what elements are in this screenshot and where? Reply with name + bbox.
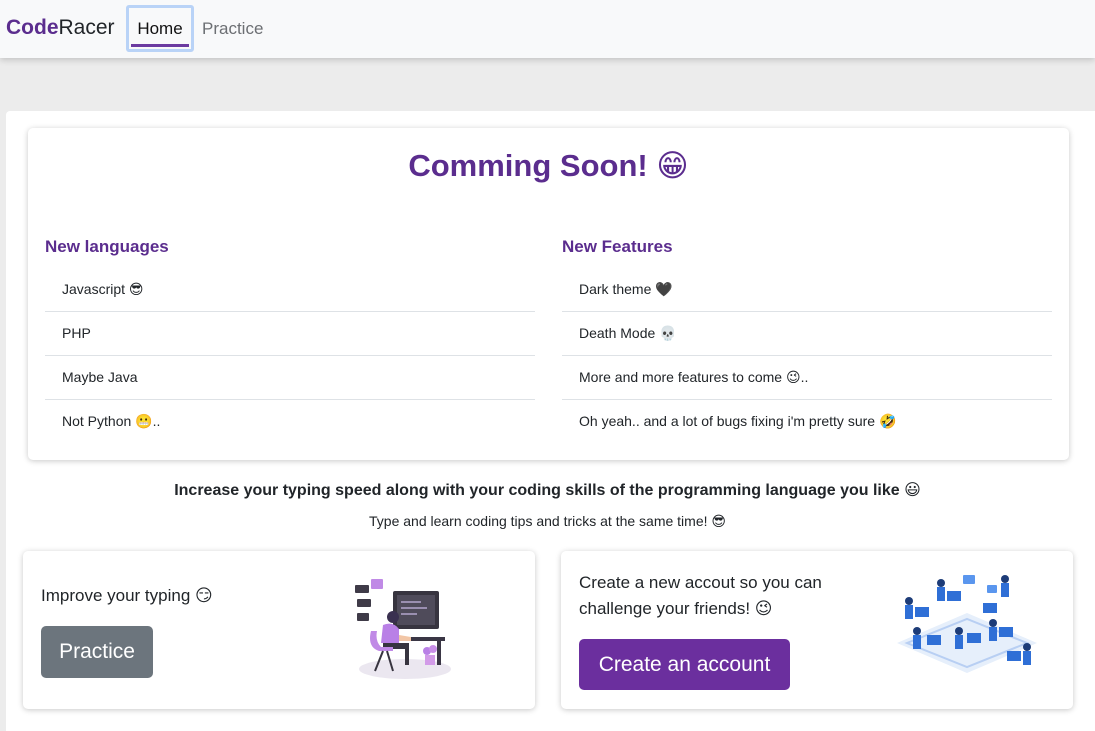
typing-person-illustration [355,579,451,679]
brand-bold-text: Code [6,16,59,39]
list-item: More and more features to come 😉.. [562,356,1052,400]
list-item: Oh yeah.. and a lot of bugs fixing i'm p… [579,413,897,429]
account-card-text: Create a new accout so you can challenge… [579,570,822,622]
brand-logo[interactable]: CodeRacer [6,16,115,40]
account-card-text-line1: Create a new accout so you can [579,573,822,592]
list-item: Maybe Java [45,356,535,400]
nav-link-home[interactable]: Home [126,5,194,52]
practice-card-text: Improve your typing 😏 [41,586,213,605]
list-item: Death Mode 💀 [562,312,1052,356]
account-card-text-line2: challenge your friends! 😉 [579,599,773,618]
create-account-button[interactable]: Create an account [579,639,790,690]
nav-link-home-label: Home [137,19,183,38]
practice-card: Improve your typing 😏 Practice [23,551,535,709]
languages-list: Javascript 😎 PHP Maybe Java Not Python 😬… [45,268,535,444]
tagline: Increase your typing speed along with yo… [174,482,921,499]
brand-rest-text: Racer [58,16,115,39]
features-list: Dark theme 🖤 Death Mode 💀 More and more … [562,268,1052,444]
coming-soon-title: Comming Soon! 😁 [408,148,689,183]
list-item: Not Python 😬.. [62,413,161,429]
active-indicator [131,44,189,47]
list-item: Javascript 😎 [45,268,535,312]
create-account-card: Create a new accout so you can challenge… [561,551,1073,709]
navbar: CodeRacer Home Practice [0,0,1095,58]
practice-button[interactable]: Practice [41,626,153,678]
sub-tagline: Type and learn coding tips and tricks at… [369,513,726,529]
new-languages-heading: New languages [45,237,169,256]
team-network-illustration [897,575,1037,673]
coming-soon-card: Comming Soon! 😁 New languages Javascript… [28,128,1069,460]
list-item: PHP [45,312,535,356]
nav-link-practice[interactable]: Practice [202,19,263,39]
new-features-heading: New Features [562,237,673,256]
list-item: Dark theme 🖤 [562,268,1052,312]
